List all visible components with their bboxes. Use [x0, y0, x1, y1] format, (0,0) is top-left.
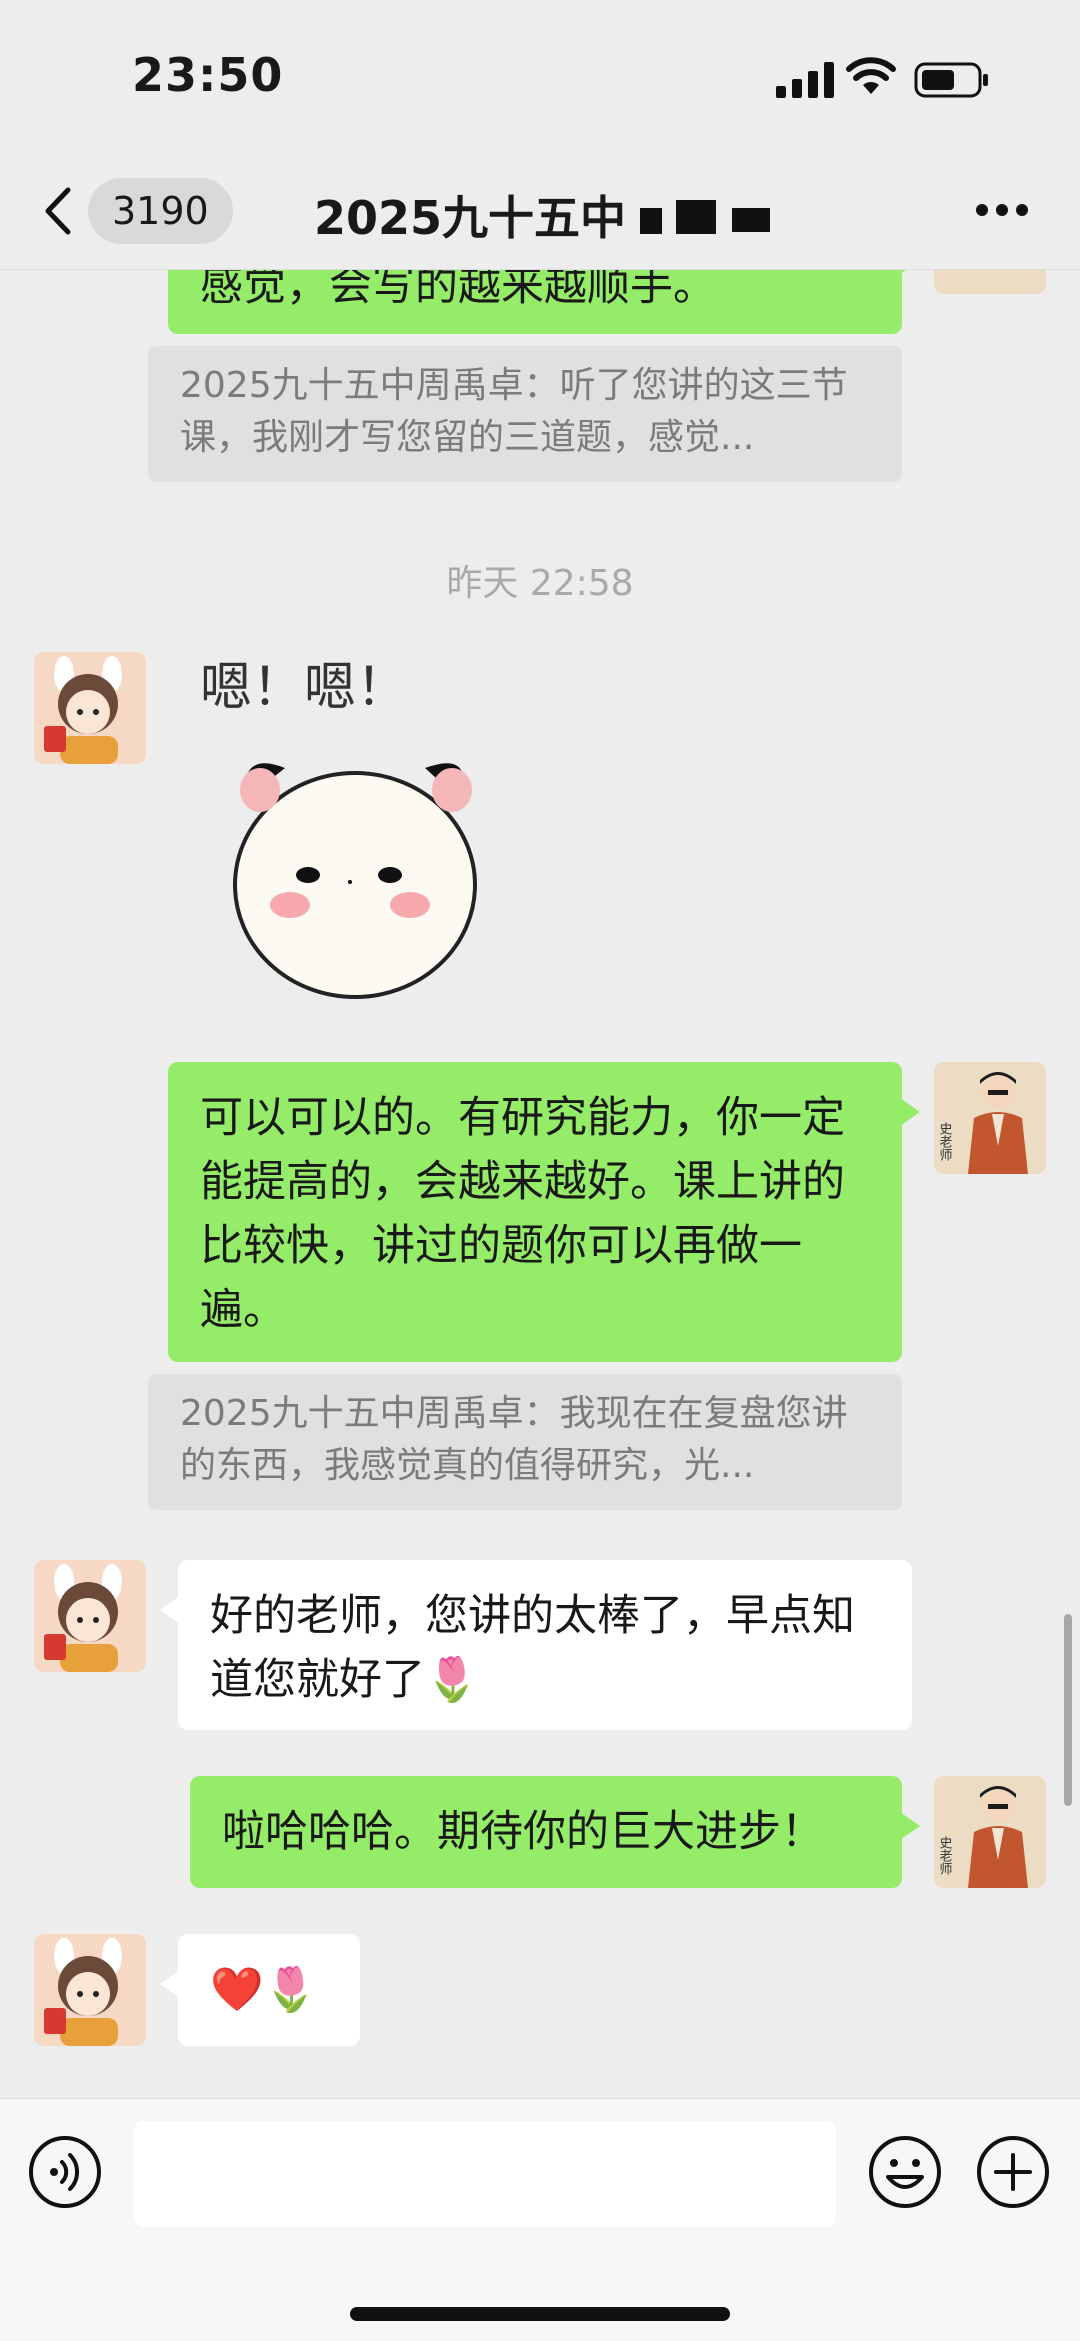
more-options-icon[interactable] [974, 202, 1030, 218]
input-bar [0, 2098, 1080, 2341]
teacher-avatar[interactable]: 史老师 [934, 1776, 1046, 1888]
message-text: 感觉，会写的越来越顺手。 [200, 270, 716, 311]
teacher-avatar[interactable] [934, 270, 1046, 294]
teacher-avatar[interactable]: 史老师 [934, 1062, 1046, 1174]
redaction-block [640, 208, 662, 234]
quoted-message[interactable]: 2025九十五中周禹卓：听了您讲的这三节课，我刚才写您留的三道题，感觉... [148, 346, 902, 482]
message-text: 可以可以的。有研究能力，你一定能提高的，会越来越好。课上讲的比较快，讲过的题你可… [200, 1093, 845, 1335]
message-bubble-received[interactable]: ❤️🌷 [160, 1934, 360, 2046]
voice-input-icon[interactable] [28, 2135, 102, 2209]
teacher-avatar-image: 史老师 [934, 1062, 1046, 1174]
student-avatar-image [34, 652, 146, 764]
quoted-text: 2025九十五中周禹卓：听了您讲的这三节课，我刚才写您留的三道题，感觉... [180, 365, 848, 458]
plus-icon[interactable] [976, 2135, 1050, 2209]
quoted-message[interactable]: 2025九十五中周禹卓：我现在在复盘您讲的东西，我感觉真的值得研究，光... [148, 1374, 902, 1510]
message-timestamp: 昨天 22:58 [446, 563, 634, 604]
message-bubble-sent[interactable]: 可以可以的。有研究能力，你一定能提高的，会越来越好。课上讲的比较快，讲过的题你可… [168, 1062, 920, 1362]
message-input[interactable] [134, 2121, 836, 2227]
battery-icon [914, 62, 988, 98]
sticker-caption: 嗯！嗯！ [200, 658, 408, 718]
scrollbar[interactable] [1064, 1614, 1072, 1806]
quoted-text: 2025九十五中周禹卓：我现在在复盘您讲的东西，我感觉真的值得研究，光... [180, 1393, 848, 1486]
status-time: 23:50 [132, 48, 284, 102]
message-bubble-sent[interactable]: 啦哈哈哈。期待你的巨大进步！ [190, 1776, 920, 1888]
back-icon[interactable] [40, 186, 76, 236]
chat-title: 2025九十五中 [314, 191, 627, 245]
student-avatar-image [34, 1934, 146, 2046]
chat-screen: 23:50 3190 2025九十五中 感觉，会写的越来越顺手。 2025九十五… [0, 0, 1080, 2341]
message-text: 好的老师，您讲的太棒了，早点知道您就好了🌷 [210, 1591, 855, 1705]
student-avatar[interactable] [34, 652, 146, 764]
chat-header: 3190 2025九十五中 [0, 150, 1080, 270]
emoji-icon[interactable] [868, 2135, 942, 2209]
message-list[interactable]: 感觉，会写的越来越顺手。 2025九十五中周禹卓：听了您讲的这三节课，我刚才写您… [0, 270, 1080, 2098]
wifi-icon [846, 57, 896, 94]
home-indicator[interactable] [350, 2307, 730, 2321]
student-avatar-image [34, 1560, 146, 1672]
redaction-block [732, 208, 770, 232]
sticker-image[interactable]: 嗯！嗯！ [190, 650, 520, 1010]
message-text: 啦哈哈哈。期待你的巨大进步！ [222, 1807, 824, 1857]
redaction-block [676, 200, 716, 234]
teacher-avatar-label: 史老师 [937, 1122, 953, 1161]
cellular-signal-icon [776, 62, 834, 98]
message-text: ❤️🌷 [210, 1965, 318, 2015]
message-bubble-received[interactable]: 好的老师，您讲的太棒了，早点知道您就好了🌷 [160, 1560, 912, 1730]
unread-count-badge[interactable]: 3190 [88, 178, 233, 244]
teacher-avatar-label: 史老师 [937, 1836, 953, 1875]
status-bar: 23:50 [0, 0, 1080, 150]
student-avatar[interactable] [34, 1560, 146, 1672]
message-bubble-sent[interactable]: 感觉，会写的越来越顺手。 [168, 270, 920, 334]
student-avatar[interactable] [34, 1934, 146, 2046]
teacher-avatar-image: 史老师 [934, 1776, 1046, 1888]
